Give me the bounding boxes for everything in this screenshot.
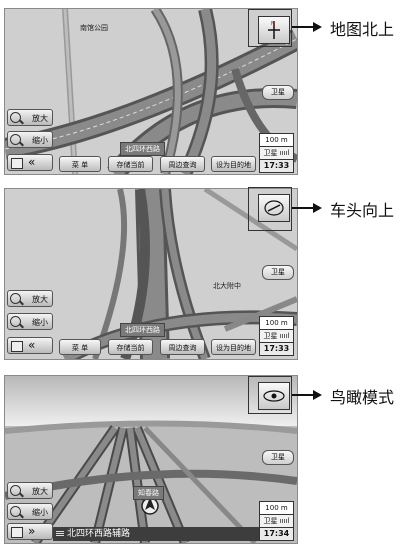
road-name-label: 北四环西路 xyxy=(120,323,165,337)
gps-signal-indicator: 卫星 ııııl xyxy=(259,514,294,528)
zoom-in-label: 放大 xyxy=(32,114,48,123)
callout-heading-up: 车头向上 xyxy=(330,201,395,220)
map-mode-icon xyxy=(11,527,23,538)
callout-birds-eye: 鸟瞰模式 xyxy=(330,388,395,407)
zoom-out-label: 缩小 xyxy=(32,508,48,517)
zoom-in-icon xyxy=(10,293,21,304)
scale-indicator: 100 m xyxy=(259,316,294,330)
clock: 17:33 xyxy=(259,159,294,173)
zoom-out-icon xyxy=(10,506,21,517)
scale-indicator: 100 m xyxy=(259,501,294,515)
clock: 17:34 xyxy=(259,527,294,541)
callout-arrowhead-icon xyxy=(313,203,322,213)
callout-frame-birds-eye xyxy=(248,376,292,414)
gps-button[interactable]: 卫星 xyxy=(262,450,294,465)
road-name-label: 北四环西路 xyxy=(120,142,165,156)
zoom-in-button[interactable]: 放大 xyxy=(7,290,53,307)
menu-icon[interactable] xyxy=(56,530,64,538)
map-mode-icon xyxy=(11,158,23,169)
collapse-icon: « xyxy=(28,338,36,352)
zoom-out-icon xyxy=(10,316,21,327)
menu-button[interactable]: 菜 单 xyxy=(59,156,101,172)
clock: 17:33 xyxy=(259,342,294,356)
scale-indicator: 100 m xyxy=(259,133,294,147)
zoom-out-label: 缩小 xyxy=(32,318,48,327)
gps-signal-indicator: 卫星 ııııl xyxy=(259,329,294,343)
expand-icon: » xyxy=(28,524,36,538)
gps-signal-indicator: 卫星 ııııl xyxy=(259,146,294,160)
expand-toolbar-button[interactable]: » xyxy=(7,523,53,540)
current-street-bar: 北四环西路辅路 xyxy=(53,527,263,541)
zoom-in-button[interactable]: 放大 xyxy=(7,482,53,499)
gps-button[interactable]: 卫星 xyxy=(262,265,294,280)
zoom-in-label: 放大 xyxy=(32,295,48,304)
callout-arrowhead-icon xyxy=(313,390,322,400)
collapse-toolbar-button[interactable]: « xyxy=(7,154,53,171)
collapse-icon: « xyxy=(28,155,36,169)
nearby-search-button[interactable]: 周边查询 xyxy=(160,156,205,172)
set-destination-button[interactable]: 设为目的地 xyxy=(211,339,256,355)
nearby-search-button[interactable]: 周边查询 xyxy=(160,339,205,355)
current-street-name: 北四环西路辅路 xyxy=(67,529,131,539)
poi-label: 北大附中 xyxy=(213,282,241,290)
zoom-in-label: 放大 xyxy=(32,487,48,496)
set-destination-button[interactable]: 设为目的地 xyxy=(211,156,256,172)
zoom-out-button[interactable]: 缩小 xyxy=(7,131,53,148)
zoom-in-icon xyxy=(10,112,21,123)
callout-north-up: 地图北上 xyxy=(330,20,395,39)
callout-frame-heading-up xyxy=(248,187,292,231)
zoom-out-label: 缩小 xyxy=(32,136,48,145)
zoom-out-icon xyxy=(10,134,21,145)
callout-arrowhead-icon xyxy=(313,22,322,32)
callout-frame-north-up xyxy=(248,9,292,47)
road-name-label: 知春路 xyxy=(133,486,164,500)
collapse-toolbar-button[interactable]: « xyxy=(7,337,53,354)
map-mode-icon xyxy=(11,341,23,352)
zoom-in-icon xyxy=(10,485,21,496)
zoom-out-button[interactable]: 缩小 xyxy=(7,313,53,330)
callout-arrow-line xyxy=(292,26,314,28)
zoom-in-button[interactable]: 放大 xyxy=(7,109,53,126)
callout-arrow-line xyxy=(292,207,314,209)
save-current-button[interactable]: 存储当前 xyxy=(108,156,153,172)
save-current-button[interactable]: 存储当前 xyxy=(108,339,153,355)
menu-button[interactable]: 菜 单 xyxy=(59,339,101,355)
gps-button[interactable]: 卫星 xyxy=(262,85,294,100)
zoom-out-button[interactable]: 缩小 xyxy=(7,503,53,520)
callout-arrow-line xyxy=(292,394,314,396)
poi-label: 南馆公园 xyxy=(80,24,108,32)
